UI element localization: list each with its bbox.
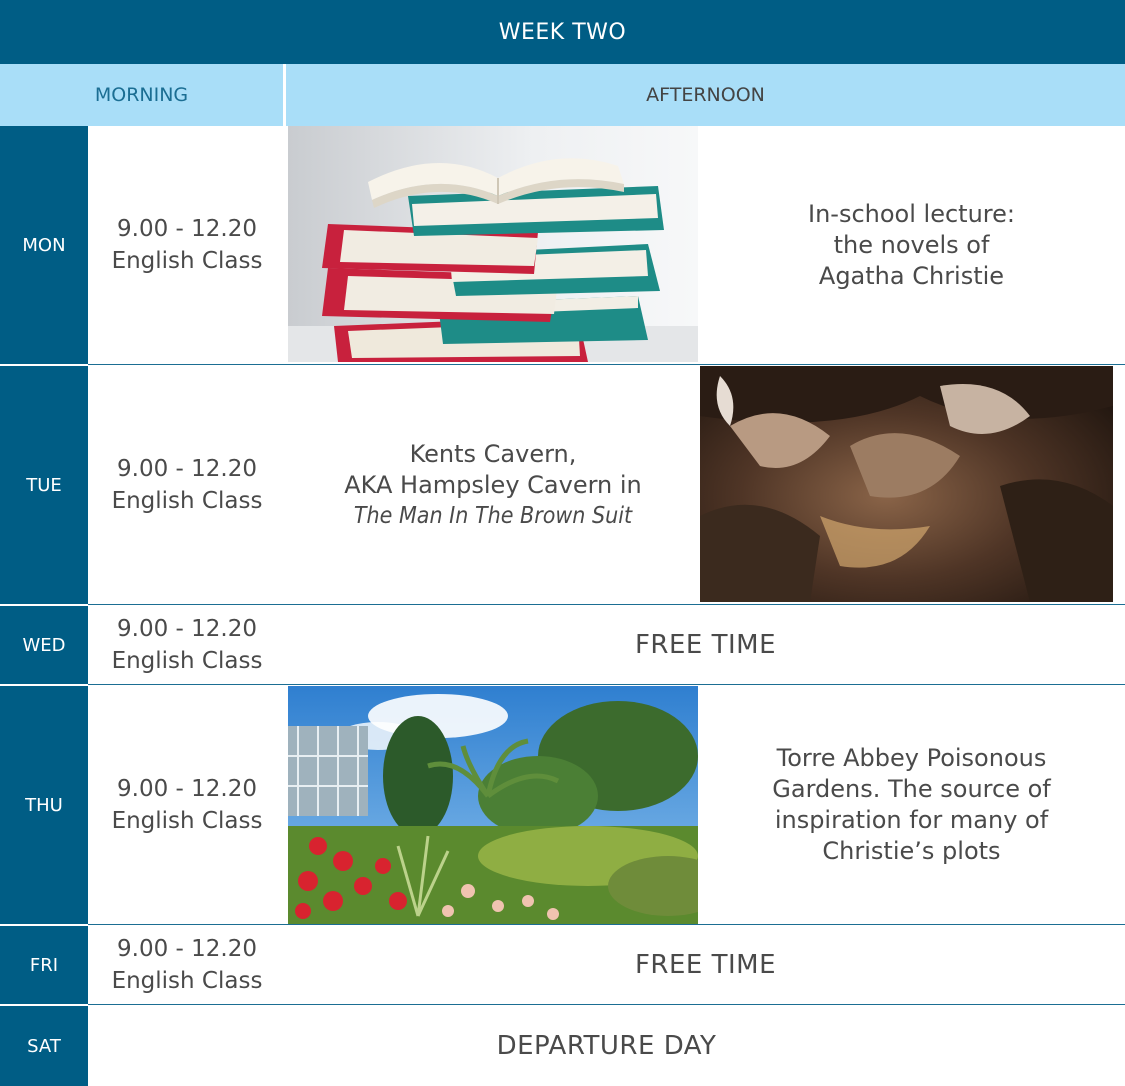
text-line: Christie’s plots: [822, 837, 1001, 865]
books-photo: [288, 126, 698, 362]
row-divider: [88, 684, 1125, 685]
class-time: 9.00 - 12.20: [117, 216, 257, 242]
text-line: AKA Hampsley Cavern in: [344, 470, 642, 499]
text-line: Agatha Christie: [818, 261, 1005, 290]
afternoon-text-thu: Torre Abbey Poisonous Gardens. The sourc…: [698, 686, 1125, 924]
class-time: 9.00 - 12.20: [117, 776, 257, 802]
afternoon-text-mon: In-school lecture: the novels of Agatha …: [698, 126, 1125, 364]
text-line: In-school lecture:: [808, 199, 1015, 228]
day-label-tue: TUE: [0, 366, 88, 604]
day-label-thu: THU: [0, 686, 88, 924]
afternoon-free-fri: FREE TIME: [634, 950, 777, 980]
class-name: English Class: [111, 968, 263, 994]
class-time: 9.00 - 12.20: [117, 456, 257, 482]
class-time: 9.00 - 12.20: [117, 936, 257, 962]
departure-day: DEPARTURE DAY: [496, 1031, 717, 1061]
class-time: 9.00 - 12.20: [117, 616, 257, 642]
row-divider: [88, 924, 1125, 925]
garden-photo: [288, 686, 698, 924]
day-label-wed: WED: [0, 606, 88, 684]
class-name: English Class: [111, 648, 263, 674]
text-line: the novels of: [833, 230, 990, 259]
text-line: Kents Cavern,: [409, 439, 577, 468]
morning-cell-fri: 9.00 - 12.20 English Class: [88, 926, 286, 1004]
row-divider: [88, 364, 1125, 365]
row-divider: [88, 1004, 1125, 1005]
afternoon-header: AFTERNOON: [286, 64, 1125, 126]
class-name: English Class: [111, 248, 263, 274]
morning-cell-mon: 9.00 - 12.20 English Class: [88, 126, 286, 364]
week-title: WEEK TWO: [0, 0, 1125, 64]
cavern-photo: [700, 366, 1113, 602]
text-line: Torre Abbey Poisonous: [776, 744, 1047, 772]
morning-cell-tue: 9.00 - 12.20 English Class: [88, 366, 286, 604]
afternoon-free-wed: FREE TIME: [634, 630, 777, 660]
morning-cell-thu: 9.00 - 12.20 English Class: [88, 686, 286, 924]
morning-header: MORNING: [0, 64, 286, 126]
text-line: inspiration for many of: [774, 806, 1049, 834]
row-divider: [88, 604, 1125, 605]
day-label-fri: FRI: [0, 926, 88, 1004]
class-name: English Class: [111, 488, 263, 514]
class-name: English Class: [111, 808, 263, 834]
day-label-sat: SAT: [0, 1006, 88, 1086]
text-line: Gardens. The source of: [772, 775, 1051, 803]
book-title: The Man In The Brown Suit: [353, 502, 633, 529]
afternoon-text-tue: Kents Cavern, AKA Hampsley Cavern in The…: [286, 366, 700, 604]
day-label-mon: MON: [0, 126, 88, 364]
morning-cell-wed: 9.00 - 12.20 English Class: [88, 606, 286, 684]
